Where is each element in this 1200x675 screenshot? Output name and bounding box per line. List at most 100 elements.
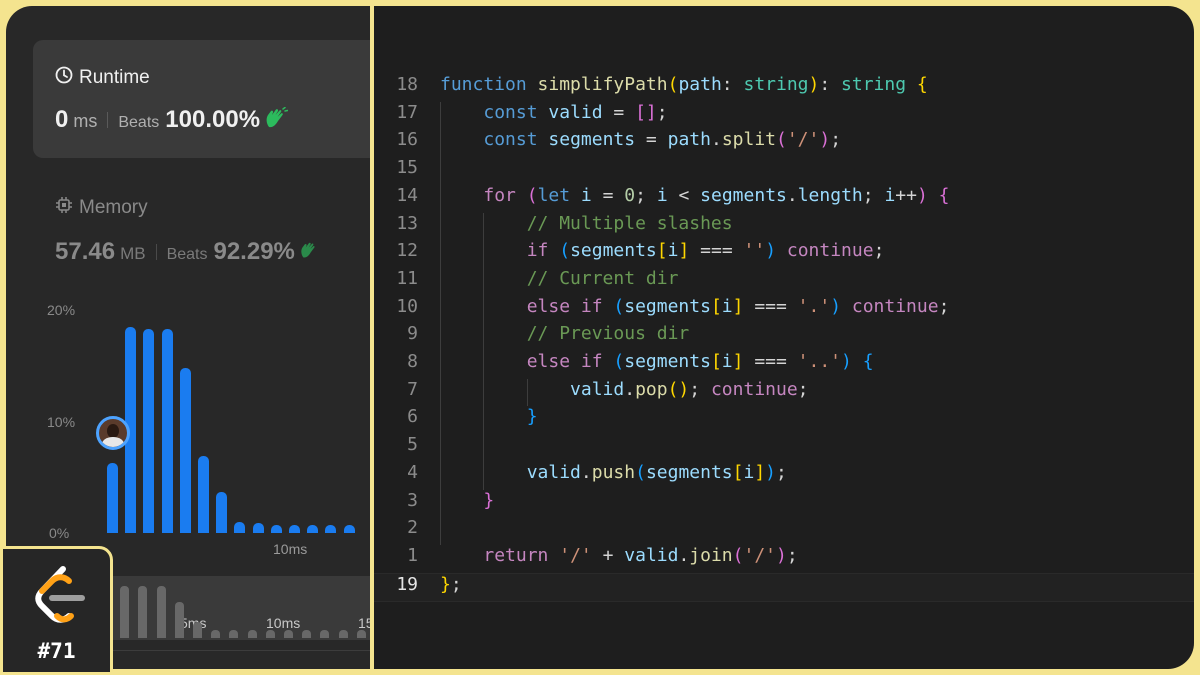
code-text: const valid = [];: [483, 101, 668, 123]
chart-bar[interactable]: [198, 456, 209, 533]
runtime-label: Runtime: [79, 67, 150, 88]
leetcode-logo-icon: [30, 565, 88, 632]
code-text: // Current dir: [526, 267, 679, 289]
divider: [155, 244, 157, 260]
code-line[interactable]: 18 function simplifyPath(path: string): s…: [374, 74, 1194, 102]
line-number: 12: [396, 240, 418, 262]
chart-bar[interactable]: [179, 367, 191, 533]
scrubber-label: 15: [358, 615, 370, 631]
chart-bar[interactable]: [325, 525, 337, 533]
code-text: valid.push(segments[i]);: [526, 461, 787, 483]
scrubber-bar: [193, 622, 202, 638]
logo-badge: #71: [0, 546, 113, 675]
chart-bar[interactable]: [107, 462, 118, 533]
chart-bar[interactable]: [216, 491, 228, 533]
line-number: 1: [407, 544, 418, 566]
x-tick-label: 10ms: [273, 541, 308, 557]
chart-range-scrubber[interactable]: 5ms 10ms 15: [102, 576, 370, 640]
line-number: 16: [396, 129, 418, 151]
code-line[interactable]: 12 if (segments[i] === '') continue;: [374, 240, 1194, 268]
avatar-shirt: [102, 437, 124, 447]
code-text: };: [440, 573, 462, 595]
indent-guide: [483, 212, 485, 490]
code-editor[interactable]: 18 function simplifyPath(path: string): s…: [374, 6, 1194, 669]
scrubber-bar: [211, 630, 221, 638]
code-line[interactable]: 15: [374, 157, 1194, 185]
code-text: else if (segments[i] === '.') continue;: [526, 295, 950, 317]
scrubber-bar: [229, 630, 239, 638]
user-avatar[interactable]: [96, 416, 130, 450]
chip-icon: [55, 196, 73, 220]
code-line[interactable]: 8 else if (segments[i] === '..') {: [374, 351, 1194, 379]
memory-title[interactable]: Memory: [55, 196, 148, 220]
line-number: 11: [396, 267, 418, 289]
code-text: function simplifyPath(path: string): str…: [440, 74, 928, 95]
chart-bar[interactable]: [343, 525, 355, 533]
line-number: 13: [396, 212, 418, 234]
indent-guide: [526, 378, 528, 407]
chart-bar[interactable]: [252, 522, 264, 533]
runtime-stat-row: 0 ms Beats 100.00%: [55, 106, 289, 134]
divider: [108, 650, 370, 651]
code-line[interactable]: 5: [374, 434, 1194, 462]
problem-number: #71: [37, 639, 76, 663]
scrubber-bar: [320, 630, 330, 638]
line-number: 14: [396, 184, 418, 206]
chart-bar[interactable]: [270, 525, 282, 533]
line-number: 7: [407, 378, 418, 400]
runtime-value: 0: [55, 106, 69, 133]
memory-value: 57.46: [55, 238, 116, 265]
code-line[interactable]: 14 for (let i = 0; i < segments.length; …: [374, 185, 1194, 213]
code-line[interactable]: 4 valid.push(segments[i]);: [374, 462, 1194, 490]
line-number: 6: [407, 406, 418, 428]
code-line[interactable]: 16 const segments = path.split('/');: [374, 129, 1194, 157]
scrubber-bar: [174, 601, 184, 638]
scrubber-bar: [120, 586, 130, 638]
code-line[interactable]: 9 // Previous dir: [374, 323, 1194, 351]
code-line[interactable]: 11 // Current dir: [374, 268, 1194, 296]
scrubber-bar: [302, 630, 312, 638]
code-text: if (segments[i] === '') continue;: [526, 240, 885, 262]
scrubber-bar: [356, 630, 366, 638]
line-number: 10: [396, 295, 418, 317]
chart-bar[interactable]: [161, 328, 173, 533]
line-number: 18: [396, 74, 418, 95]
scrubber-label: 10ms: [266, 615, 301, 631]
code-text: for (let i = 0; i < segments.length; i++…: [483, 184, 950, 206]
chart-bar[interactable]: [234, 521, 246, 533]
scrubber-bar: [156, 586, 166, 638]
avatar-face: [107, 424, 119, 438]
line-number: 3: [407, 489, 418, 511]
code-line[interactable]: 17 const valid = [];: [374, 102, 1194, 130]
code-text: else if (segments[i] === '..') {: [526, 351, 874, 372]
line-number: 17: [396, 101, 418, 123]
memory-beats-pct: 92.29%: [213, 238, 295, 265]
divider: [107, 112, 109, 128]
runtime-beats-label: Beats: [118, 114, 160, 131]
code-line[interactable]: 19};: [374, 572, 1194, 603]
code-line[interactable]: 6 }: [374, 406, 1194, 434]
code-text: // Previous dir: [526, 323, 690, 345]
code-line[interactable]: 1 return '/' + valid.join('/');: [374, 545, 1194, 573]
code-line[interactable]: 3 }: [374, 490, 1194, 518]
code-line[interactable]: 10 else if (segments[i] === '.') continu…: [374, 296, 1194, 324]
code-text: }: [483, 489, 495, 511]
code-text: }: [526, 406, 538, 428]
runtime-title: Runtime: [55, 66, 150, 90]
chart-bar[interactable]: [143, 328, 155, 533]
runtime-card[interactable]: Runtime 0 ms Beats 100.00%: [33, 40, 370, 158]
scrubber-bar: [265, 630, 275, 638]
scrubber-bar: [284, 630, 293, 638]
memory-label: Memory: [79, 197, 148, 218]
code-line[interactable]: 2: [374, 517, 1194, 545]
code-line[interactable]: 13 // Multiple slashes: [374, 213, 1194, 241]
memory-stat-row: 57.46 MB Beats 92.29%: [55, 238, 319, 266]
scrubber-bar: [338, 630, 348, 638]
chart-bar[interactable]: [289, 525, 300, 533]
y-tick-label: 0%: [49, 525, 70, 541]
clap-hands-icon: [299, 241, 319, 264]
runtime-unit: ms: [73, 111, 98, 131]
y-tick-label: 20%: [47, 302, 76, 318]
chart-bar[interactable]: [307, 525, 319, 533]
code-line[interactable]: 7 valid.pop(); continue;: [374, 379, 1194, 407]
